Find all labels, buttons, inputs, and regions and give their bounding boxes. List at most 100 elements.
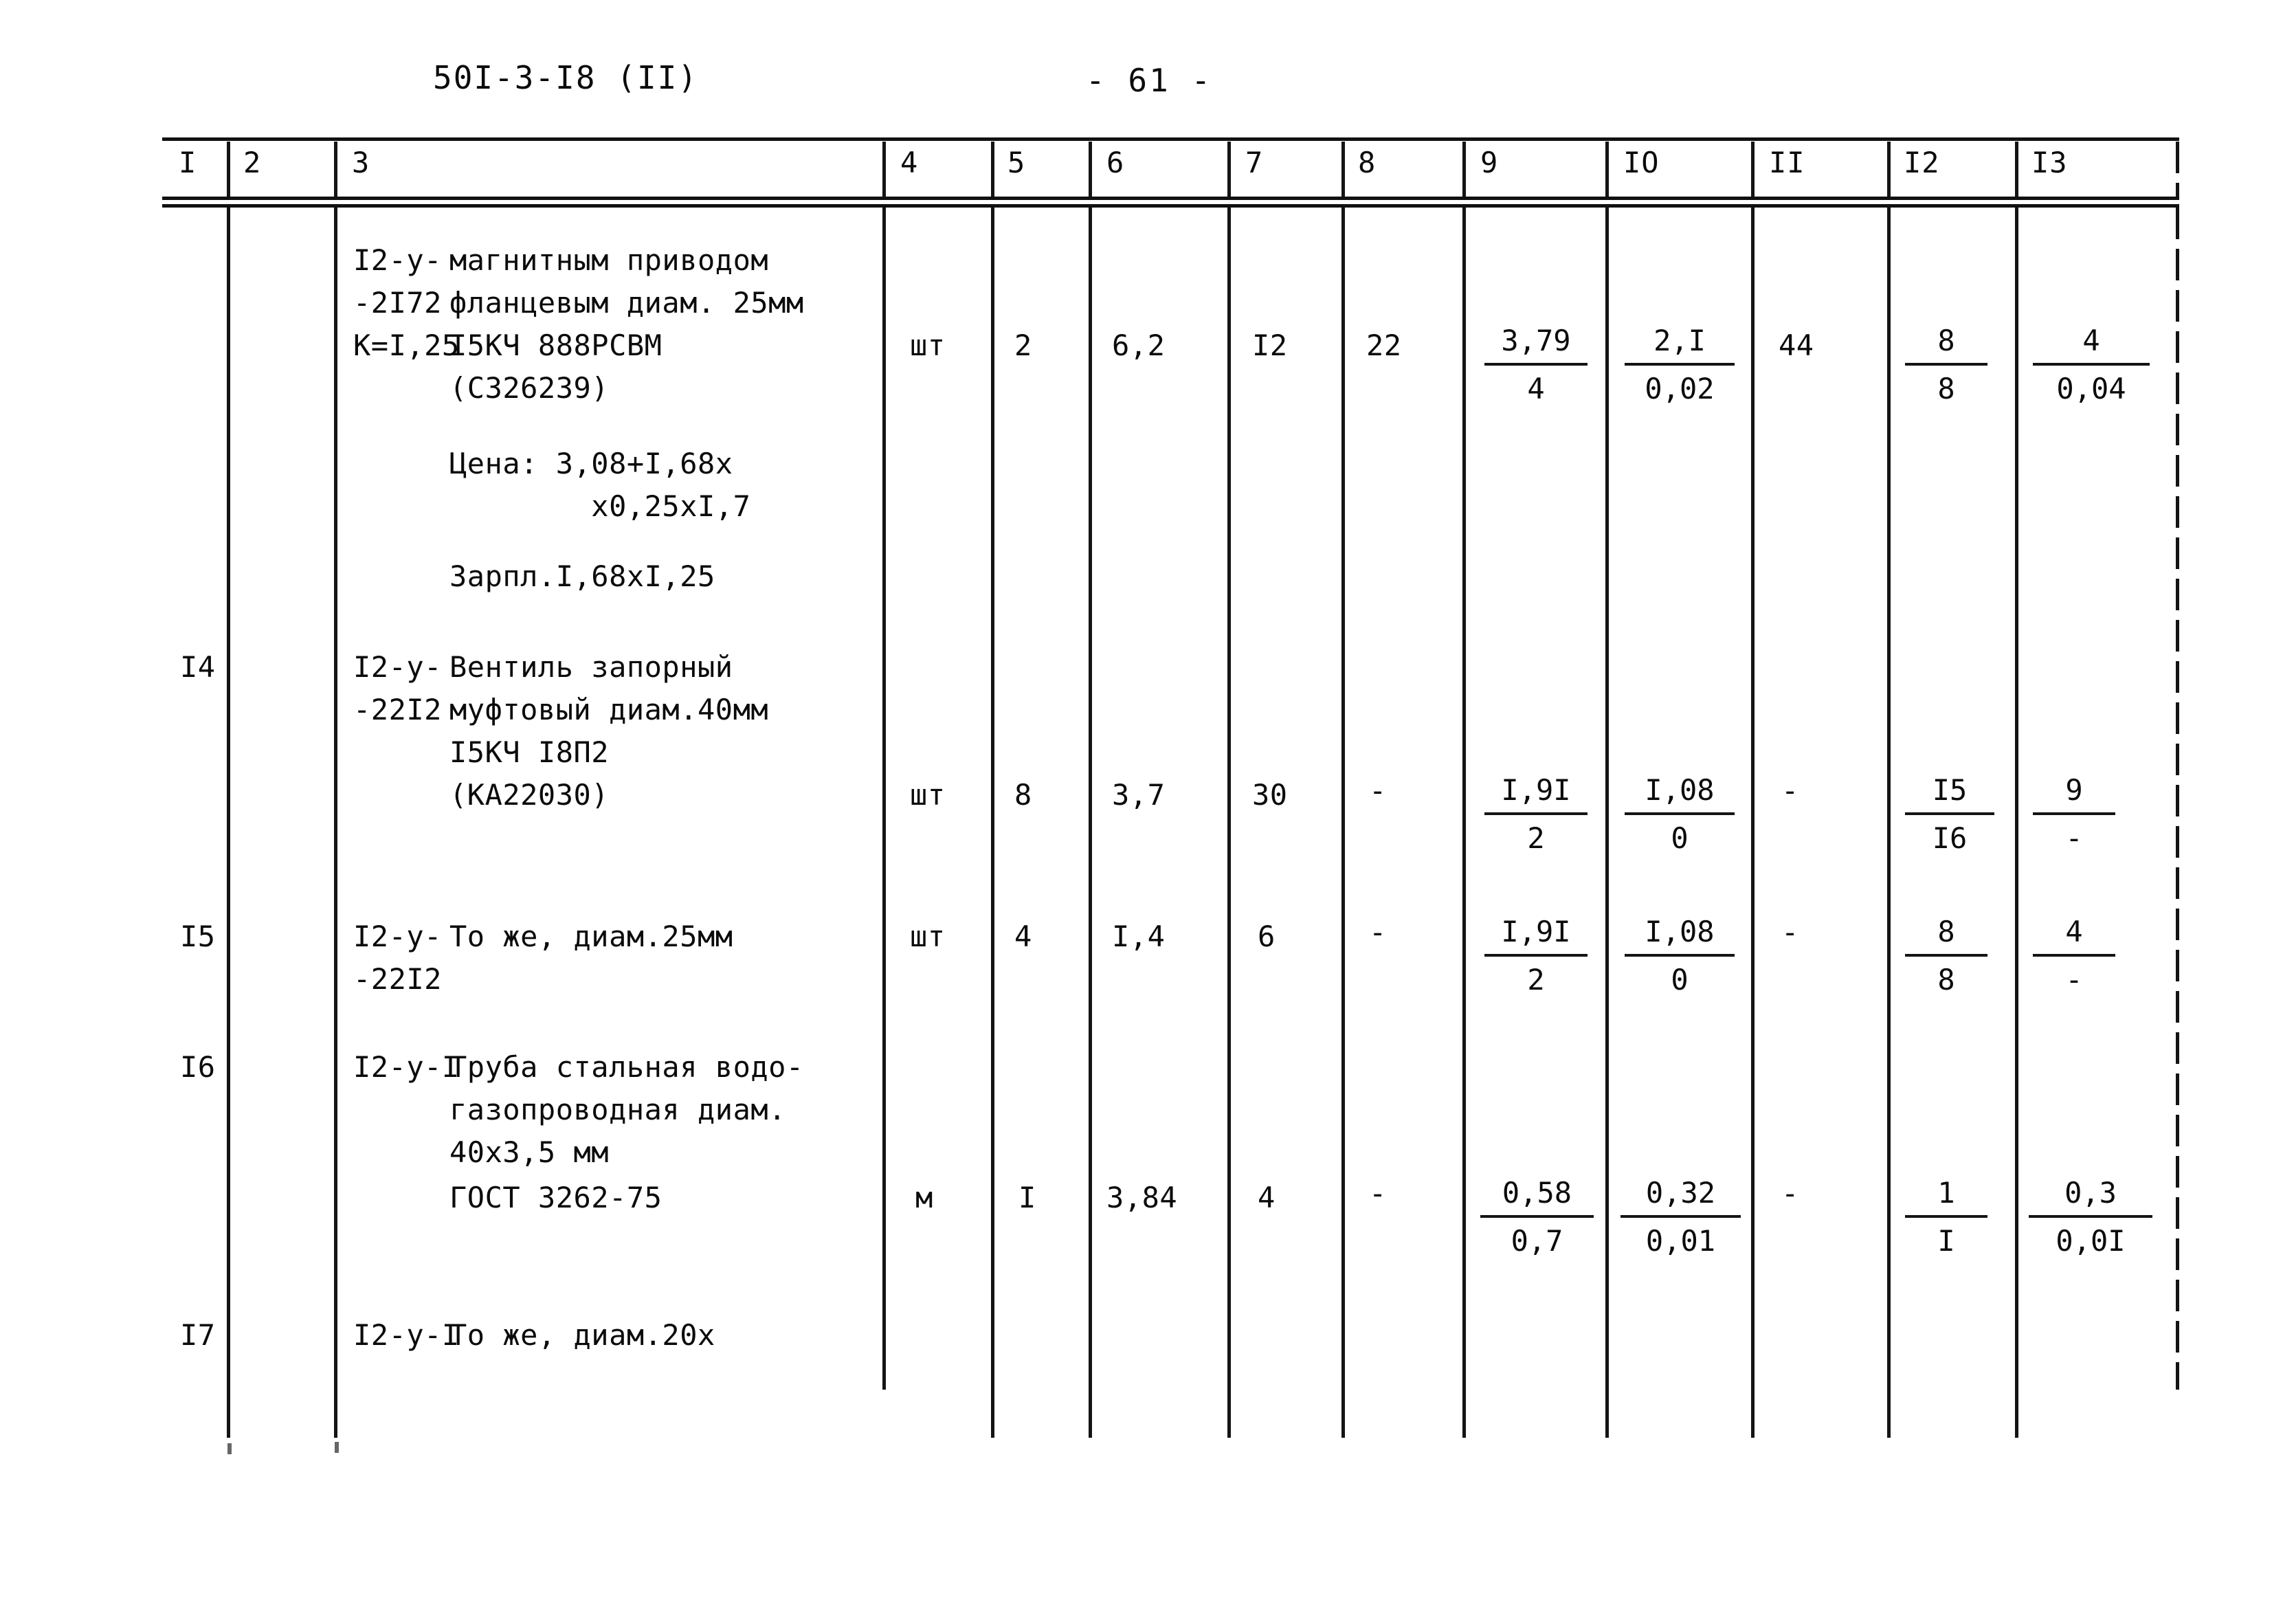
colsep-8	[1462, 208, 1466, 1390]
row-3-col8: -	[1369, 1177, 1387, 1210]
colsep-9-hdr	[1605, 142, 1609, 197]
row-0-col13-denominator: 0,04	[2056, 372, 2126, 405]
row-3-description: 40х3,5 мм	[449, 1135, 610, 1169]
row-0-code: K=I,25	[353, 329, 460, 362]
row-1-description: I5КЧ I8П2	[449, 735, 610, 769]
row-3-col10: 0,32 0,01	[1621, 1172, 1741, 1262]
row-0-col7: I2	[1252, 329, 1288, 362]
row-4-code: I2-y-I	[353, 1318, 460, 1352]
row-3-col13-numerator: 0,3	[2029, 1172, 2152, 1218]
column-header-1: I	[179, 146, 197, 179]
colsep-5	[1089, 208, 1092, 1390]
table-right-edge-hdr	[2176, 142, 2179, 197]
row-0-description: I5КЧ 888РСВМ	[449, 329, 662, 362]
row-0-col9: 3,79 4	[1484, 320, 1588, 410]
row-3-code: I2-y-I	[353, 1050, 460, 1084]
colsep-12	[2015, 208, 2018, 1390]
column-header-12: I2	[1904, 146, 1940, 179]
row-3-col13-denominator: 0,0I	[2056, 1224, 2126, 1258]
row-2-code: -22I2	[353, 962, 442, 996]
row-2-col9: I,9I 2	[1484, 911, 1588, 1001]
colsep-10	[1751, 208, 1755, 1390]
row-0-col5: 2	[1014, 329, 1032, 362]
row-0-col10: 2,I 0,02	[1625, 320, 1735, 410]
colsep-1-stub	[227, 1390, 230, 1438]
colsep-6	[1227, 208, 1231, 1390]
row-2-col12: 8 8	[1905, 911, 1987, 1001]
row-1-col7: 30	[1252, 778, 1288, 812]
row-2-col13: 4 -	[2033, 911, 2115, 1001]
document-code: 50I-3-I8 (II)	[433, 59, 699, 96]
table-top-rule	[162, 137, 2179, 141]
table-right-edge	[2176, 208, 2179, 1390]
row-0-col9-numerator: 3,79	[1484, 320, 1588, 366]
row-1-description: Вентиль запорный	[449, 650, 733, 684]
colsep-5-stub	[1089, 1390, 1092, 1438]
row-1-description: (КА22030)	[449, 778, 610, 812]
colsep-9	[1605, 208, 1609, 1390]
row-0-col12: 8 8	[1905, 320, 1987, 410]
row-0-col11: 44	[1779, 329, 1814, 362]
row-0-col13: 4 0,04	[2033, 320, 2150, 410]
row-2-col5: 4	[1014, 920, 1032, 953]
row-0-description: магнитным приводом	[449, 243, 769, 277]
colsep-12-hdr	[2015, 142, 2018, 197]
row-3-description: Труба стальная водо-	[449, 1050, 804, 1084]
row-2-col7: 6	[1258, 920, 1276, 953]
row-3-col9: 0,58 0,7	[1480, 1172, 1594, 1262]
colsep-11-hdr	[1887, 142, 1891, 197]
colsep-2	[334, 208, 337, 1390]
row-1-col10-numerator: I,08	[1625, 770, 1735, 815]
colsep-3-hdr	[882, 142, 886, 197]
row-2-col6: I,4	[1112, 920, 1166, 953]
row-3-col10-denominator: 0,01	[1645, 1224, 1716, 1258]
row-3-col13: 0,3 0,0I	[2029, 1172, 2152, 1262]
colsep-7	[1341, 208, 1345, 1390]
colsep-11-stub	[1887, 1390, 1891, 1438]
row-0-code: I2-y-	[353, 243, 442, 277]
scan-speck	[335, 1442, 339, 1453]
colsep-5-hdr	[1089, 142, 1092, 197]
row-3-col9-numerator: 0,58	[1480, 1172, 1594, 1218]
row-3-col7: 4	[1258, 1181, 1276, 1214]
row-3-col12-denominator: I	[1937, 1224, 1955, 1258]
row-1-code: -22I2	[353, 693, 442, 726]
row-2-col8: -	[1369, 915, 1387, 949]
colsep-2-hdr	[334, 142, 337, 197]
row-2-col12-numerator: 8	[1905, 911, 1987, 957]
header-rule-lower	[162, 204, 2179, 208]
row-2-unit: шт	[910, 920, 946, 953]
column-header-2: 2	[243, 146, 262, 179]
column-header-3: 3	[352, 146, 370, 179]
row-4-description: То же, диам.20х	[449, 1318, 715, 1352]
row-1-col5: 8	[1014, 778, 1032, 812]
colsep-7-stub	[1341, 1390, 1345, 1438]
row-3-col6: 3,84	[1106, 1181, 1178, 1214]
row-3-col12: 1 I	[1905, 1172, 1987, 1262]
row-0-description: (С326239)	[449, 371, 610, 405]
row-1-col11: -	[1781, 774, 1799, 808]
row-3-col11: -	[1781, 1177, 1799, 1210]
row-3-col9-denominator: 0,7	[1511, 1224, 1563, 1258]
row-3-description: ГОСТ 3262-75	[449, 1181, 662, 1214]
column-header-9: 9	[1480, 146, 1499, 179]
column-header-13: I3	[2031, 146, 2068, 179]
colsep-4	[991, 208, 994, 1390]
row-1-col12-numerator: I5	[1905, 770, 1994, 815]
row-0-price-note: Цена: 3,08+I,68х	[449, 447, 733, 480]
row-0-code: -2I72	[353, 286, 442, 320]
column-header-7: 7	[1245, 146, 1264, 179]
colsep-6-stub	[1227, 1390, 1231, 1438]
row-0-col8: 22	[1366, 329, 1402, 362]
row-3-description: газопроводная диам.	[449, 1093, 786, 1126]
row-1-col13: 9 -	[2033, 770, 2115, 859]
row-1-col8: -	[1369, 774, 1387, 808]
column-header-4: 4	[900, 146, 919, 179]
row-3-unit: м	[915, 1181, 933, 1214]
row-2-col12-denominator: 8	[1937, 963, 1955, 997]
row-0-col10-numerator: 2,I	[1625, 320, 1735, 366]
row-1-number: I4	[180, 650, 216, 684]
row-1-col6: 3,7	[1112, 778, 1166, 812]
row-0-price-note: х0,25хI,7	[449, 489, 751, 523]
colsep-2-stub	[334, 1390, 337, 1438]
